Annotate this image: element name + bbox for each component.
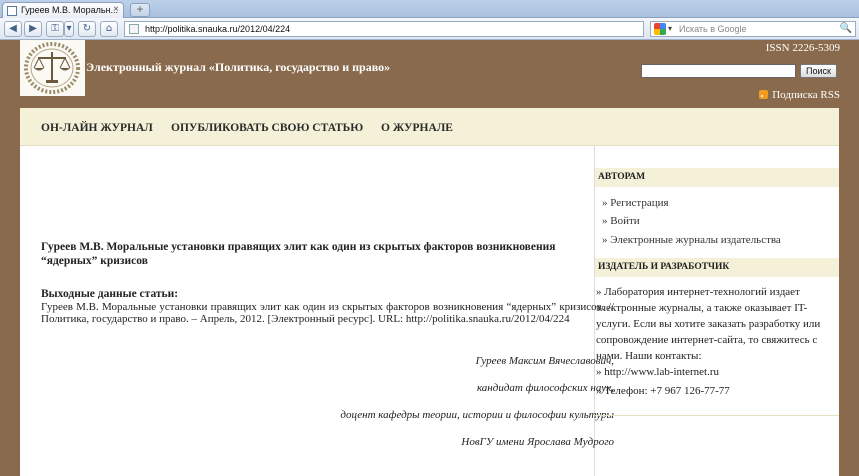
browser-toolbar: ◀ ▶ ⚿ ▾ ↻ ⌂ http://politika.snauka.ru/20… (0, 18, 859, 40)
main-navigation: ОН-ЛАЙН ЖУРНАЛ ОПУБЛИКОВАТЬ СВОЮ СТАТЬЮ … (20, 108, 839, 146)
google-icon[interactable] (654, 23, 666, 35)
rss-link[interactable]: Подписка RSS (759, 89, 840, 101)
nav-publish-article[interactable]: ОПУБЛИКОВАТЬ СВОЮ СТАТЬЮ (171, 122, 363, 134)
author-university: НовГУ имени Ярослава Мудрого (461, 436, 614, 448)
article-content: Гуреев М.В. Моральные установки правящих… (41, 240, 614, 448)
home-button[interactable]: ⌂ (100, 21, 118, 37)
rss-icon (759, 90, 769, 99)
forward-button[interactable]: ▶ (24, 21, 42, 37)
reload-button[interactable]: ↻ (78, 21, 96, 37)
page-icon (7, 6, 17, 16)
back-button[interactable]: ◀ (4, 21, 22, 37)
author-degree: кандидат философских наук, (476, 382, 614, 394)
site-logo[interactable] (20, 40, 85, 96)
key-icon[interactable]: ⚿ (46, 21, 64, 37)
author-position: доцент кафедры теории, истории и философ… (340, 409, 614, 421)
page-icon (129, 24, 139, 34)
sidebar-link-register[interactable]: » Регистрация (602, 197, 669, 209)
chevron-down-icon[interactable]: ▾ (668, 22, 672, 36)
address-bar[interactable]: http://politika.snauka.ru/2012/04/224 (124, 21, 644, 37)
issn-number: ISSN 2226-5309 (765, 42, 840, 54)
sidebar-publisher-site[interactable]: » http://www.lab-internet.ru (596, 364, 838, 380)
site-title[interactable]: Электронный журнал «Политика, государств… (86, 60, 390, 75)
rss-label: Подписка RSS (772, 89, 840, 101)
search-button[interactable]: Поиск (800, 64, 837, 78)
site-search-input[interactable] (641, 64, 796, 78)
close-icon[interactable]: × (113, 4, 119, 15)
sidebar-publisher-text: » Лаборатория интернет-технологий издает… (596, 286, 821, 362)
browser-search-input[interactable]: ▾ Искать в Google 🔍 (650, 21, 856, 37)
tab-title: Гуреев М.В. Моральн... (21, 5, 118, 15)
nav-online-journal[interactable]: ОН-ЛАЙН ЖУРНАЛ (41, 122, 153, 134)
scales-emblem-icon (24, 42, 80, 94)
main-panel: ОН-ЛАЙН ЖУРНАЛ ОПУБЛИКОВАТЬ СВОЮ СТАТЬЮ … (20, 108, 839, 476)
author-name: Гуреев Максим Вячеславович, (475, 355, 614, 367)
url-text: http://politika.snauka.ru/2012/04/224 (145, 24, 291, 34)
sidebar-authors-heading: АВТОРАМ (595, 168, 839, 187)
article-meta-heading: Выходные данные статьи: (41, 288, 179, 300)
sidebar-publisher-phone: » Телефон: +7 967 126-77-77 (596, 385, 730, 397)
sidebar-publisher-heading: ИЗДАТЕЛЬ И РАЗРАБОТЧИК (595, 258, 839, 277)
article-title: Гуреев М.В. Моральные установки правящих… (41, 241, 556, 267)
search-icon[interactable]: 🔍 (840, 22, 852, 36)
nav-about-journal[interactable]: О ЖУРНАЛЕ (381, 122, 453, 134)
sidebar-link-journals[interactable]: » Электронные журналы издательства (602, 234, 781, 246)
sidebar-footer-box (595, 415, 839, 476)
sidebar-link-login[interactable]: » Войти (602, 215, 640, 227)
search-placeholder: Искать в Google (679, 24, 747, 34)
article-meta-text: Гуреев М.В. Моральные установки правящих… (41, 301, 614, 325)
history-dropdown[interactable]: ▾ (64, 21, 74, 37)
browser-tab[interactable]: Гуреев М.В. Моральн... × (2, 2, 124, 18)
browser-tab-bar: Гуреев М.В. Моральн... × + (0, 0, 859, 18)
new-tab-button[interactable]: + (130, 3, 150, 17)
